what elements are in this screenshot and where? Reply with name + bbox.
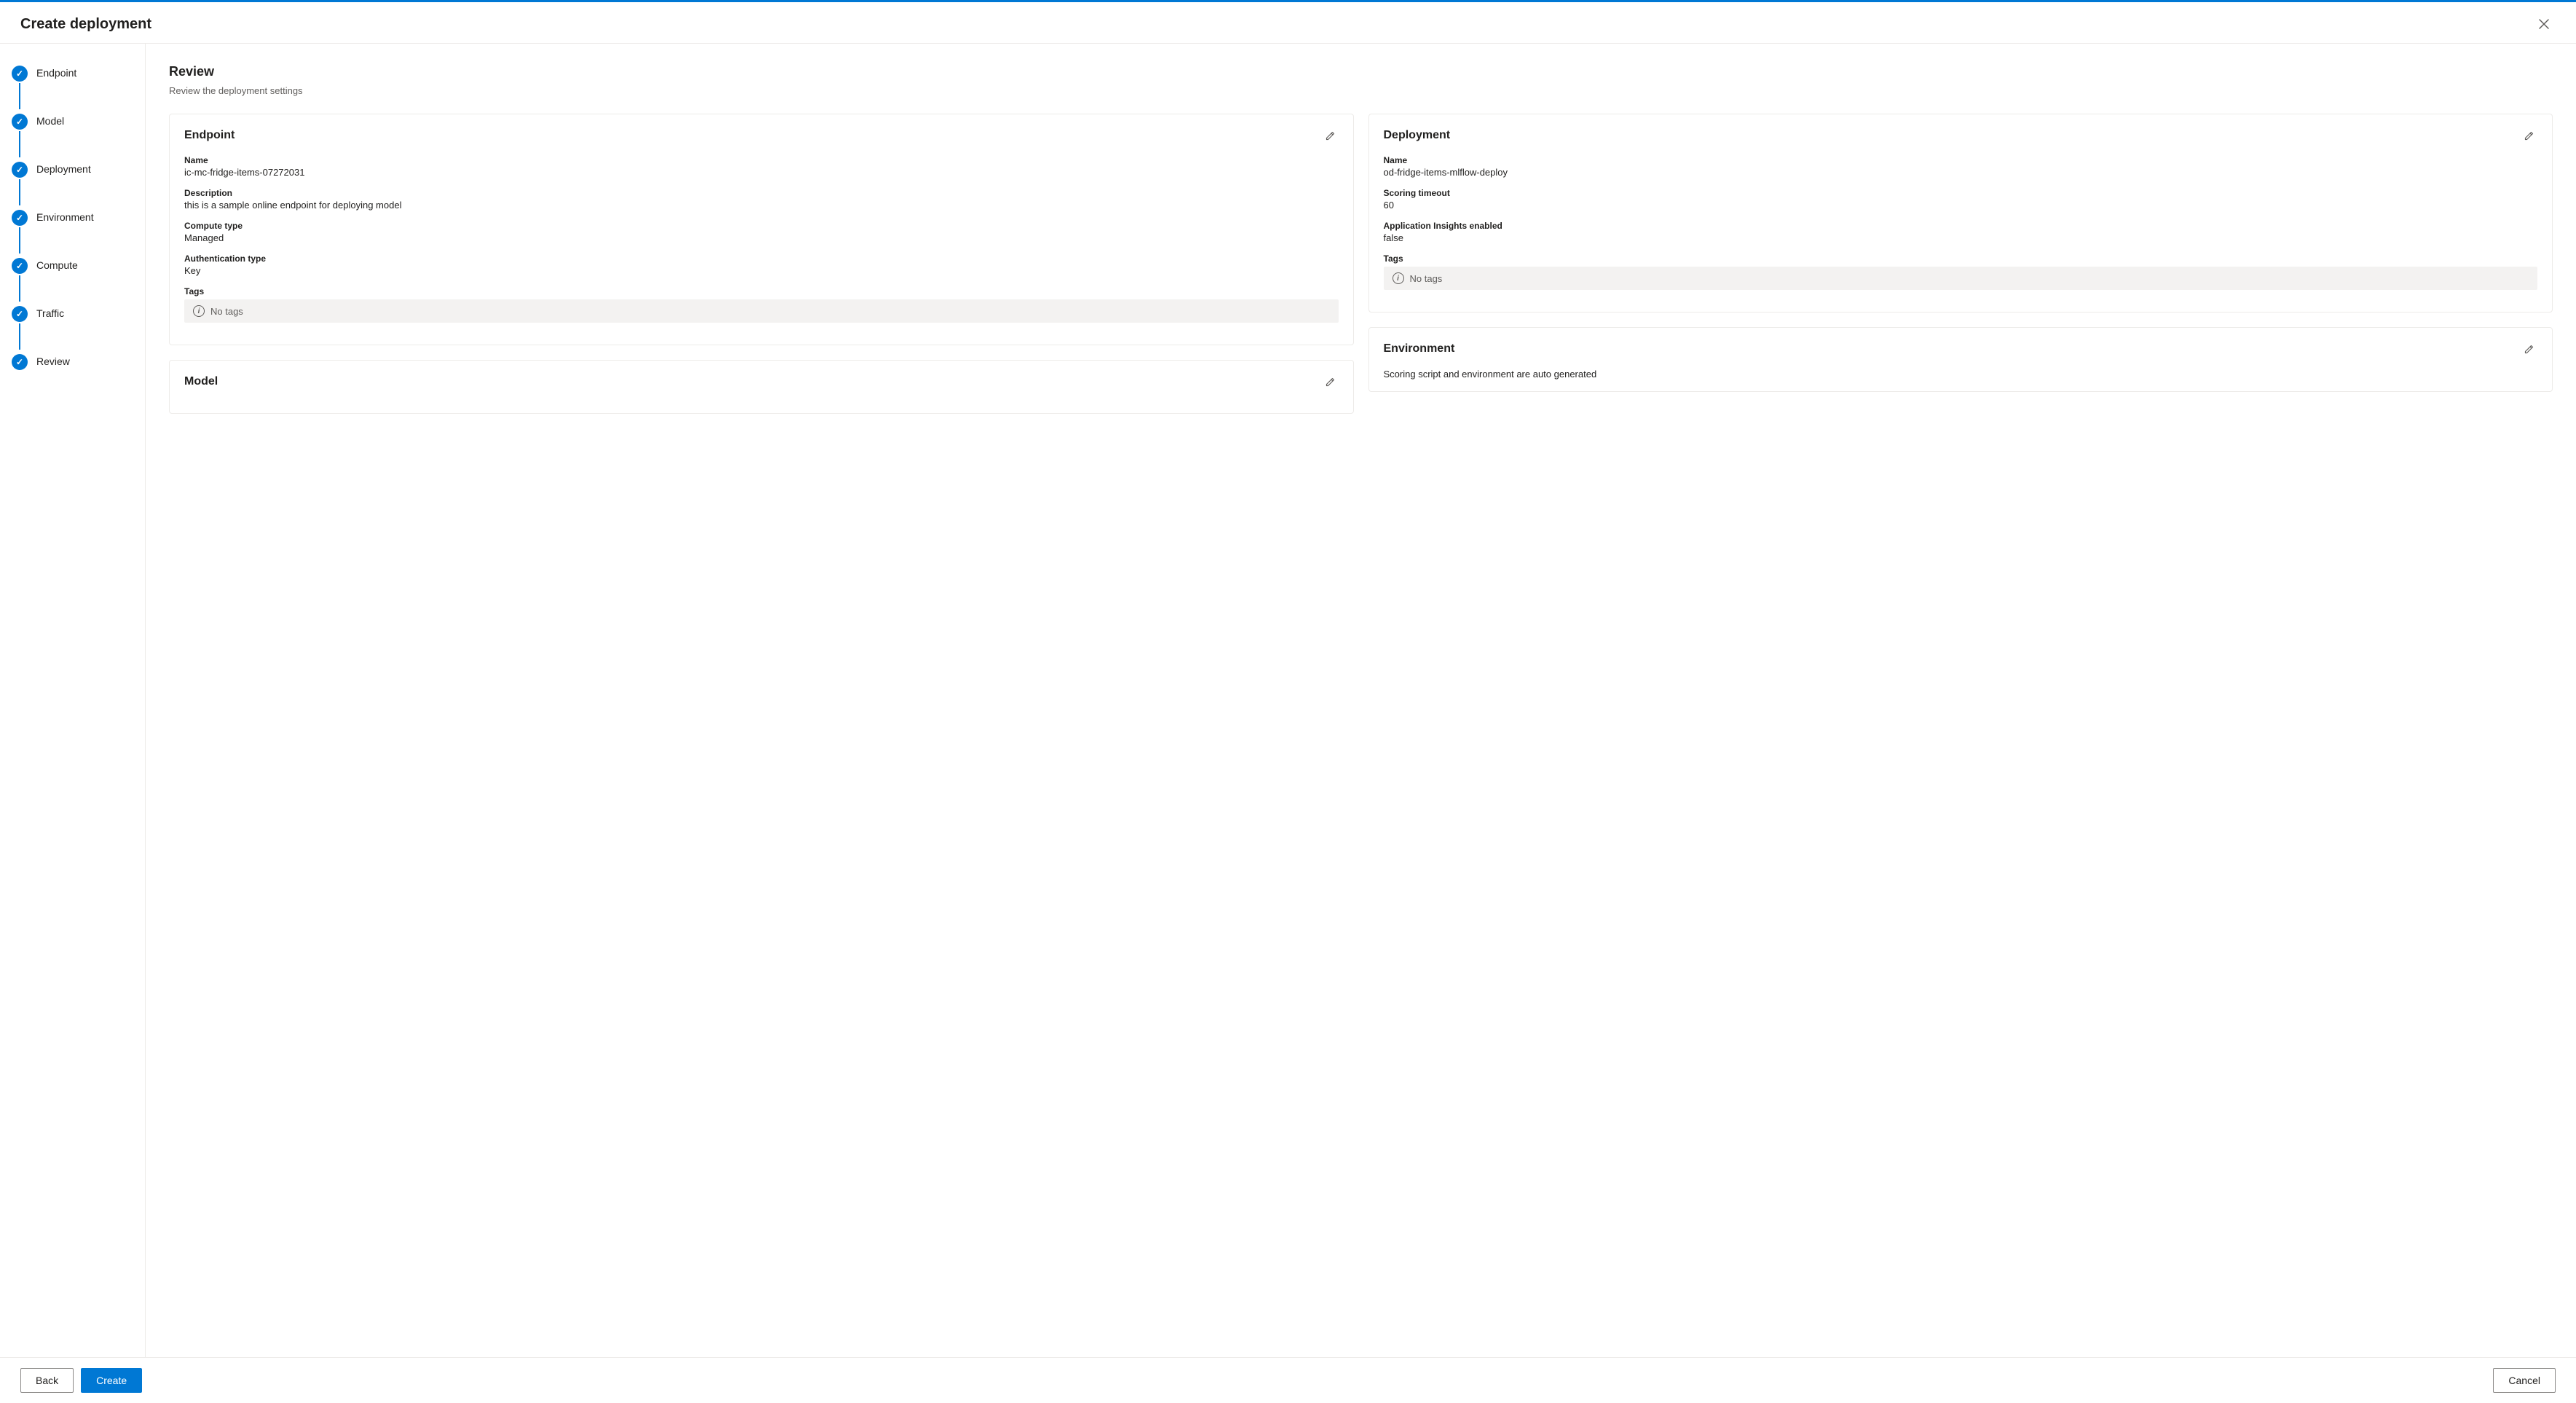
endpoint-tags-info-icon: i [193,305,205,317]
deployment-edit-button[interactable] [2520,129,2537,144]
model-card: Model [169,360,1354,414]
dialog-title: Create deployment [20,16,151,33]
step-circle-endpoint [12,66,28,82]
deployment-timeout-value: 60 [1384,200,2538,211]
footer-left-buttons: Back Create [20,1368,142,1393]
step-environment: Environment [0,205,145,254]
deployment-timeout-label: Scoring timeout [1384,188,2538,198]
step-circle-model [12,114,28,130]
create-button[interactable]: Create [81,1368,142,1393]
main-content: Review Review the deployment settings En… [146,44,2576,1357]
model-edit-button[interactable] [1321,375,1339,390]
dialog-footer: Back Create Cancel [0,1357,2576,1403]
environment-card-title: Environment [1384,342,1455,355]
step-line-environment [19,227,20,254]
step-circle-compute [12,258,28,274]
endpoint-card: Endpoint Name ic-mc-fridge-items-0727203… [169,114,1354,345]
step-circle-traffic [12,306,28,322]
endpoint-description-field: Description this is a sample online endp… [184,188,1339,211]
step-model: Model [0,109,145,157]
deployment-name-field: Name od-fridge-items-mlflow-deploy [1384,155,2538,178]
endpoint-edit-button[interactable] [1321,129,1339,144]
endpoint-card-title: Endpoint [184,129,235,142]
step-connector-environment [12,210,28,254]
endpoint-tags-label: Tags [184,286,1339,296]
step-circle-deployment [12,162,28,178]
step-line-deployment [19,179,20,205]
environment-subtitle: Scoring script and environment are auto … [1384,369,2538,380]
environment-card-header: Environment [1384,342,2538,357]
endpoint-tags-field: Tags i No tags [184,286,1339,323]
step-label-endpoint: Endpoint [36,66,76,79]
environment-edit-button[interactable] [2520,342,2537,357]
endpoint-tags-box: i No tags [184,299,1339,323]
step-line-endpoint [19,83,20,109]
deployment-tags-label: Tags [1384,254,2538,264]
deployment-name-label: Name [1384,155,2538,165]
cancel-button[interactable]: Cancel [2493,1368,2556,1393]
close-button[interactable] [2532,15,2556,33]
deployment-insights-field: Application Insights enabled false [1384,221,2538,243]
endpoint-name-value: ic-mc-fridge-items-07272031 [184,167,1339,178]
deployment-timeout-field: Scoring timeout 60 [1384,188,2538,211]
endpoint-auth-value: Key [184,265,1339,276]
deployment-card-title: Deployment [1384,129,1451,142]
step-connector-compute [12,258,28,302]
model-card-header: Model [184,375,1339,390]
endpoint-tags-value: No tags [210,306,243,317]
deployment-tags-info-icon: i [1393,272,1404,284]
deployment-insights-value: false [1384,232,2538,243]
endpoint-compute-field: Compute type Managed [184,221,1339,243]
step-connector-review [12,354,28,370]
review-subtitle: Review the deployment settings [169,85,2553,96]
step-label-traffic: Traffic [36,306,64,319]
left-column: Endpoint Name ic-mc-fridge-items-0727203… [169,114,1354,414]
steps-sidebar: Endpoint Model Deployment [0,44,146,1357]
step-deployment: Deployment [0,157,145,205]
endpoint-card-header: Endpoint [184,129,1339,144]
step-connector-endpoint [12,66,28,109]
environment-card: Environment Scoring script and environme… [1368,327,2553,392]
step-connector-traffic [12,306,28,350]
endpoint-compute-value: Managed [184,232,1339,243]
endpoint-description-value: this is a sample online endpoint for dep… [184,200,1339,211]
step-circle-review [12,354,28,370]
step-line-traffic [19,323,20,350]
review-title: Review [169,64,2553,79]
step-connector-deployment [12,162,28,205]
model-card-title: Model [184,375,218,388]
step-label-compute: Compute [36,258,78,271]
right-column: Deployment Name od-fridge-items-mlflow-d… [1368,114,2553,414]
endpoint-name-label: Name [184,155,1339,165]
deployment-card-header: Deployment [1384,129,2538,144]
step-circle-environment [12,210,28,226]
cards-row: Endpoint Name ic-mc-fridge-items-0727203… [169,114,2553,414]
endpoint-auth-label: Authentication type [184,254,1339,264]
dialog-header: Create deployment [0,2,2576,44]
step-review: Review [0,350,145,370]
step-compute: Compute [0,254,145,302]
create-deployment-dialog: Create deployment Endpoint [0,0,2576,1403]
deployment-insights-label: Application Insights enabled [1384,221,2538,231]
endpoint-compute-label: Compute type [184,221,1339,231]
step-endpoint: Endpoint [0,61,145,109]
endpoint-auth-field: Authentication type Key [184,254,1339,276]
step-label-deployment: Deployment [36,162,91,175]
step-traffic: Traffic [0,302,145,350]
step-connector-model [12,114,28,157]
step-line-model [19,131,20,157]
deployment-card: Deployment Name od-fridge-items-mlflow-d… [1368,114,2553,313]
step-label-review: Review [36,354,70,367]
deployment-tags-field: Tags i No tags [1384,254,2538,290]
deployment-tags-value: No tags [1410,273,1443,284]
step-label-model: Model [36,114,64,127]
endpoint-description-label: Description [184,188,1339,198]
step-line-compute [19,275,20,302]
deployment-name-value: od-fridge-items-mlflow-deploy [1384,167,2538,178]
step-label-environment: Environment [36,210,94,223]
deployment-tags-box: i No tags [1384,267,2538,290]
dialog-body: Endpoint Model Deployment [0,44,2576,1357]
back-button[interactable]: Back [20,1368,74,1393]
endpoint-name-field: Name ic-mc-fridge-items-07272031 [184,155,1339,178]
